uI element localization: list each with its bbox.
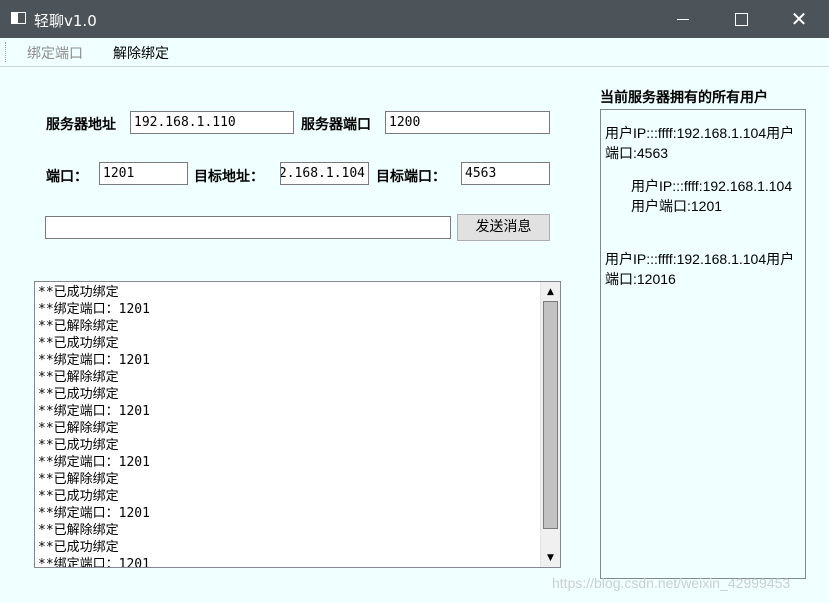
log-line: **已解除绑定: [38, 370, 119, 385]
scroll-thumb[interactable]: [543, 301, 558, 529]
log-lines: **已成功绑定 **绑定端口：1201 **已解除绑定 **已成功绑定 **绑定端口：1…: [38, 284, 538, 568]
log-line: **已解除绑定: [38, 421, 119, 436]
log-line: **已成功绑定: [38, 336, 119, 351]
maximize-icon[interactable]: [712, 0, 770, 38]
user-entry[interactable]: 用户IP:::ffff:192.168.1.104用户端口:12016: [605, 249, 804, 289]
target-address-label: 目标地址：: [194, 169, 264, 185]
scroll-up-icon[interactable]: ▲: [541, 283, 560, 300]
server-port-label: 服务器端口: [301, 117, 371, 133]
local-port-label: 端口：: [46, 169, 88, 185]
target-address-input[interactable]: 192.168.1.104: [280, 162, 369, 185]
log-line: **已成功绑定: [38, 489, 119, 504]
message-input[interactable]: [45, 216, 451, 239]
target-port-label: 目标端口：: [376, 169, 446, 185]
log-line: **已解除绑定: [38, 472, 119, 487]
title-bar: 轻聊v1.0 ✕: [0, 0, 829, 38]
log-line: **绑定端口：1201: [38, 557, 150, 568]
local-port-input[interactable]: 1201: [99, 162, 188, 185]
close-icon[interactable]: ✕: [770, 0, 828, 38]
log-line: **绑定端口：1201: [38, 353, 150, 368]
log-line: **已解除绑定: [38, 319, 119, 334]
user-entry[interactable]: 用户IP:::ffff:192.168.1.104用户端口:1201: [631, 176, 805, 216]
log-line: **绑定端口：1201: [38, 302, 150, 317]
window-title: 轻聊v1.0: [34, 12, 97, 30]
log-line: **绑定端口：1201: [38, 506, 150, 521]
log-line: **已成功绑定: [38, 285, 119, 300]
users-list[interactable]: 用户IP:::ffff:192.168.1.104用户端口:4563 用户IP:…: [600, 109, 806, 579]
minimize-icon[interactable]: [654, 0, 712, 38]
server-address-label: 服务器地址: [46, 117, 116, 133]
menu-grip: [5, 42, 8, 62]
scroll-down-icon[interactable]: ▼: [541, 549, 560, 566]
server-port-input[interactable]: 1200: [385, 111, 550, 134]
send-message-button[interactable]: 发送消息: [457, 214, 550, 241]
target-port-input[interactable]: 4563: [461, 162, 550, 185]
log-line: **已成功绑定: [38, 387, 119, 402]
app-icon: [11, 12, 26, 24]
log-line: **已成功绑定: [38, 438, 119, 453]
menu-bind-port[interactable]: 绑定端口: [27, 43, 83, 63]
log-scrollbar[interactable]: ▲ ▼: [540, 282, 560, 567]
users-panel-title: 当前服务器拥有的所有用户: [600, 90, 768, 106]
log-line: **已成功绑定: [38, 540, 119, 555]
menu-bar: 绑定端口 解除绑定: [0, 38, 829, 67]
menu-unbind[interactable]: 解除绑定: [113, 43, 169, 63]
log-area[interactable]: **已成功绑定 **绑定端口：1201 **已解除绑定 **已成功绑定 **绑定端口：1…: [34, 281, 561, 568]
watermark: https://blog.csdn.net/weixin_42999453: [552, 575, 791, 591]
log-line: **已解除绑定: [38, 523, 119, 538]
log-line: **绑定端口：1201: [38, 404, 150, 419]
user-entry[interactable]: 用户IP:::ffff:192.168.1.104用户端口:4563: [605, 123, 804, 163]
server-address-input[interactable]: 192.168.1.110: [130, 111, 294, 134]
log-line: **绑定端口：1201: [38, 455, 150, 470]
